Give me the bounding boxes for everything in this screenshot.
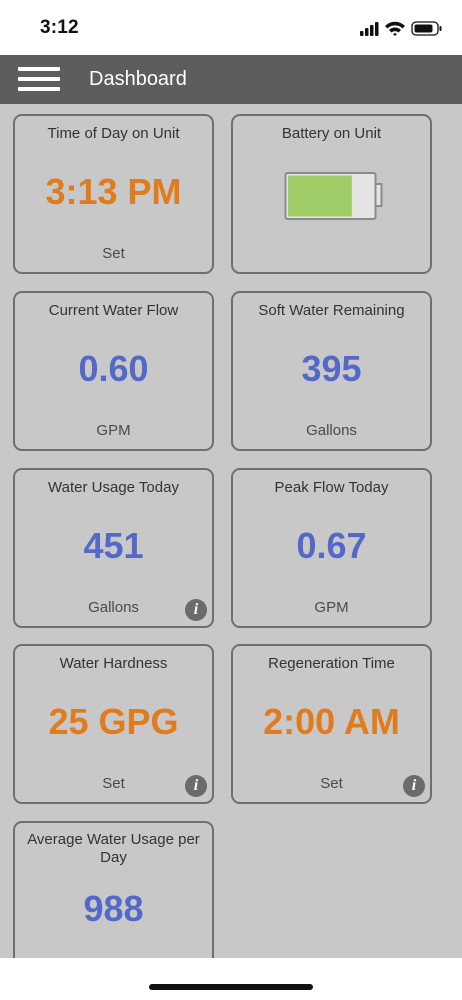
page-title: Dashboard bbox=[89, 68, 187, 90]
set-link[interactable]: Set bbox=[233, 775, 430, 792]
info-icon[interactable]: i bbox=[403, 775, 425, 797]
tile-title: Current Water Flow bbox=[48, 302, 179, 319]
battery-level-icon bbox=[284, 172, 383, 220]
set-link[interactable]: Set bbox=[15, 775, 212, 792]
tile-value: 2:00 AM bbox=[263, 701, 400, 742]
status-icons bbox=[360, 21, 442, 36]
hamburger-menu-icon[interactable] bbox=[18, 67, 62, 93]
tile-value: 395 bbox=[301, 348, 362, 389]
tile-title: Regeneration Time bbox=[268, 655, 395, 672]
tile-title: Average Water Usage per Day bbox=[27, 831, 200, 866]
bottom-bar bbox=[0, 958, 462, 1000]
tile-unit: GPM bbox=[96, 422, 131, 439]
tile-value: 451 bbox=[83, 525, 144, 566]
tile-title: Soft Water Remaining bbox=[258, 302, 405, 319]
tile-value: 988 bbox=[83, 888, 144, 929]
tile-current-water-flow[interactable]: Current Water Flow 0.60 GPM bbox=[13, 291, 214, 451]
tile-unit: Gallons bbox=[88, 599, 139, 616]
tile-title: Battery on Unit bbox=[281, 125, 382, 142]
tile-average-water-usage[interactable]: Average Water Usage per Day 988 bbox=[13, 821, 214, 958]
tile-value: 0.60 bbox=[78, 348, 149, 389]
tile-water-usage-today[interactable]: Water Usage Today 451 Gallons i bbox=[13, 468, 214, 628]
tile-title: Water Usage Today bbox=[48, 479, 179, 496]
set-link[interactable]: Set bbox=[15, 245, 212, 262]
tile-value: 0.67 bbox=[296, 525, 367, 566]
tile-soft-water-remaining[interactable]: Soft Water Remaining 395 Gallons bbox=[231, 291, 432, 451]
tile-time-of-day[interactable]: Time of Day on Unit 3:13 PM Set bbox=[13, 114, 214, 274]
dashboard-grid: Time of Day on Unit 3:13 PM Set Battery … bbox=[0, 104, 462, 958]
tile-unit: Gallons bbox=[306, 422, 357, 439]
battery-icon bbox=[411, 21, 442, 36]
info-icon[interactable]: i bbox=[185, 775, 207, 797]
tile-title: Peak Flow Today bbox=[274, 479, 389, 496]
navbar: Dashboard bbox=[0, 55, 462, 104]
tile-value: 25 GPG bbox=[48, 701, 179, 742]
status-bar: 3:12 bbox=[0, 0, 462, 55]
info-icon[interactable]: i bbox=[185, 599, 207, 621]
tile-title: Time of Day on Unit bbox=[47, 125, 180, 142]
cellular-signal-icon bbox=[360, 22, 379, 36]
home-indicator[interactable] bbox=[149, 984, 313, 990]
wifi-icon bbox=[385, 21, 405, 36]
status-time: 3:12 bbox=[40, 17, 79, 38]
tile-regeneration-time[interactable]: Regeneration Time 2:00 AM Set i bbox=[231, 644, 432, 804]
tile-water-hardness[interactable]: Water Hardness 25 GPG Set i bbox=[13, 644, 214, 804]
tile-peak-flow-today[interactable]: Peak Flow Today 0.67 GPM bbox=[231, 468, 432, 628]
tile-unit: GPM bbox=[314, 599, 349, 616]
tile-title: Water Hardness bbox=[59, 655, 168, 672]
tile-battery[interactable]: Battery on Unit bbox=[231, 114, 432, 274]
tile-value: 3:13 PM bbox=[45, 171, 182, 212]
